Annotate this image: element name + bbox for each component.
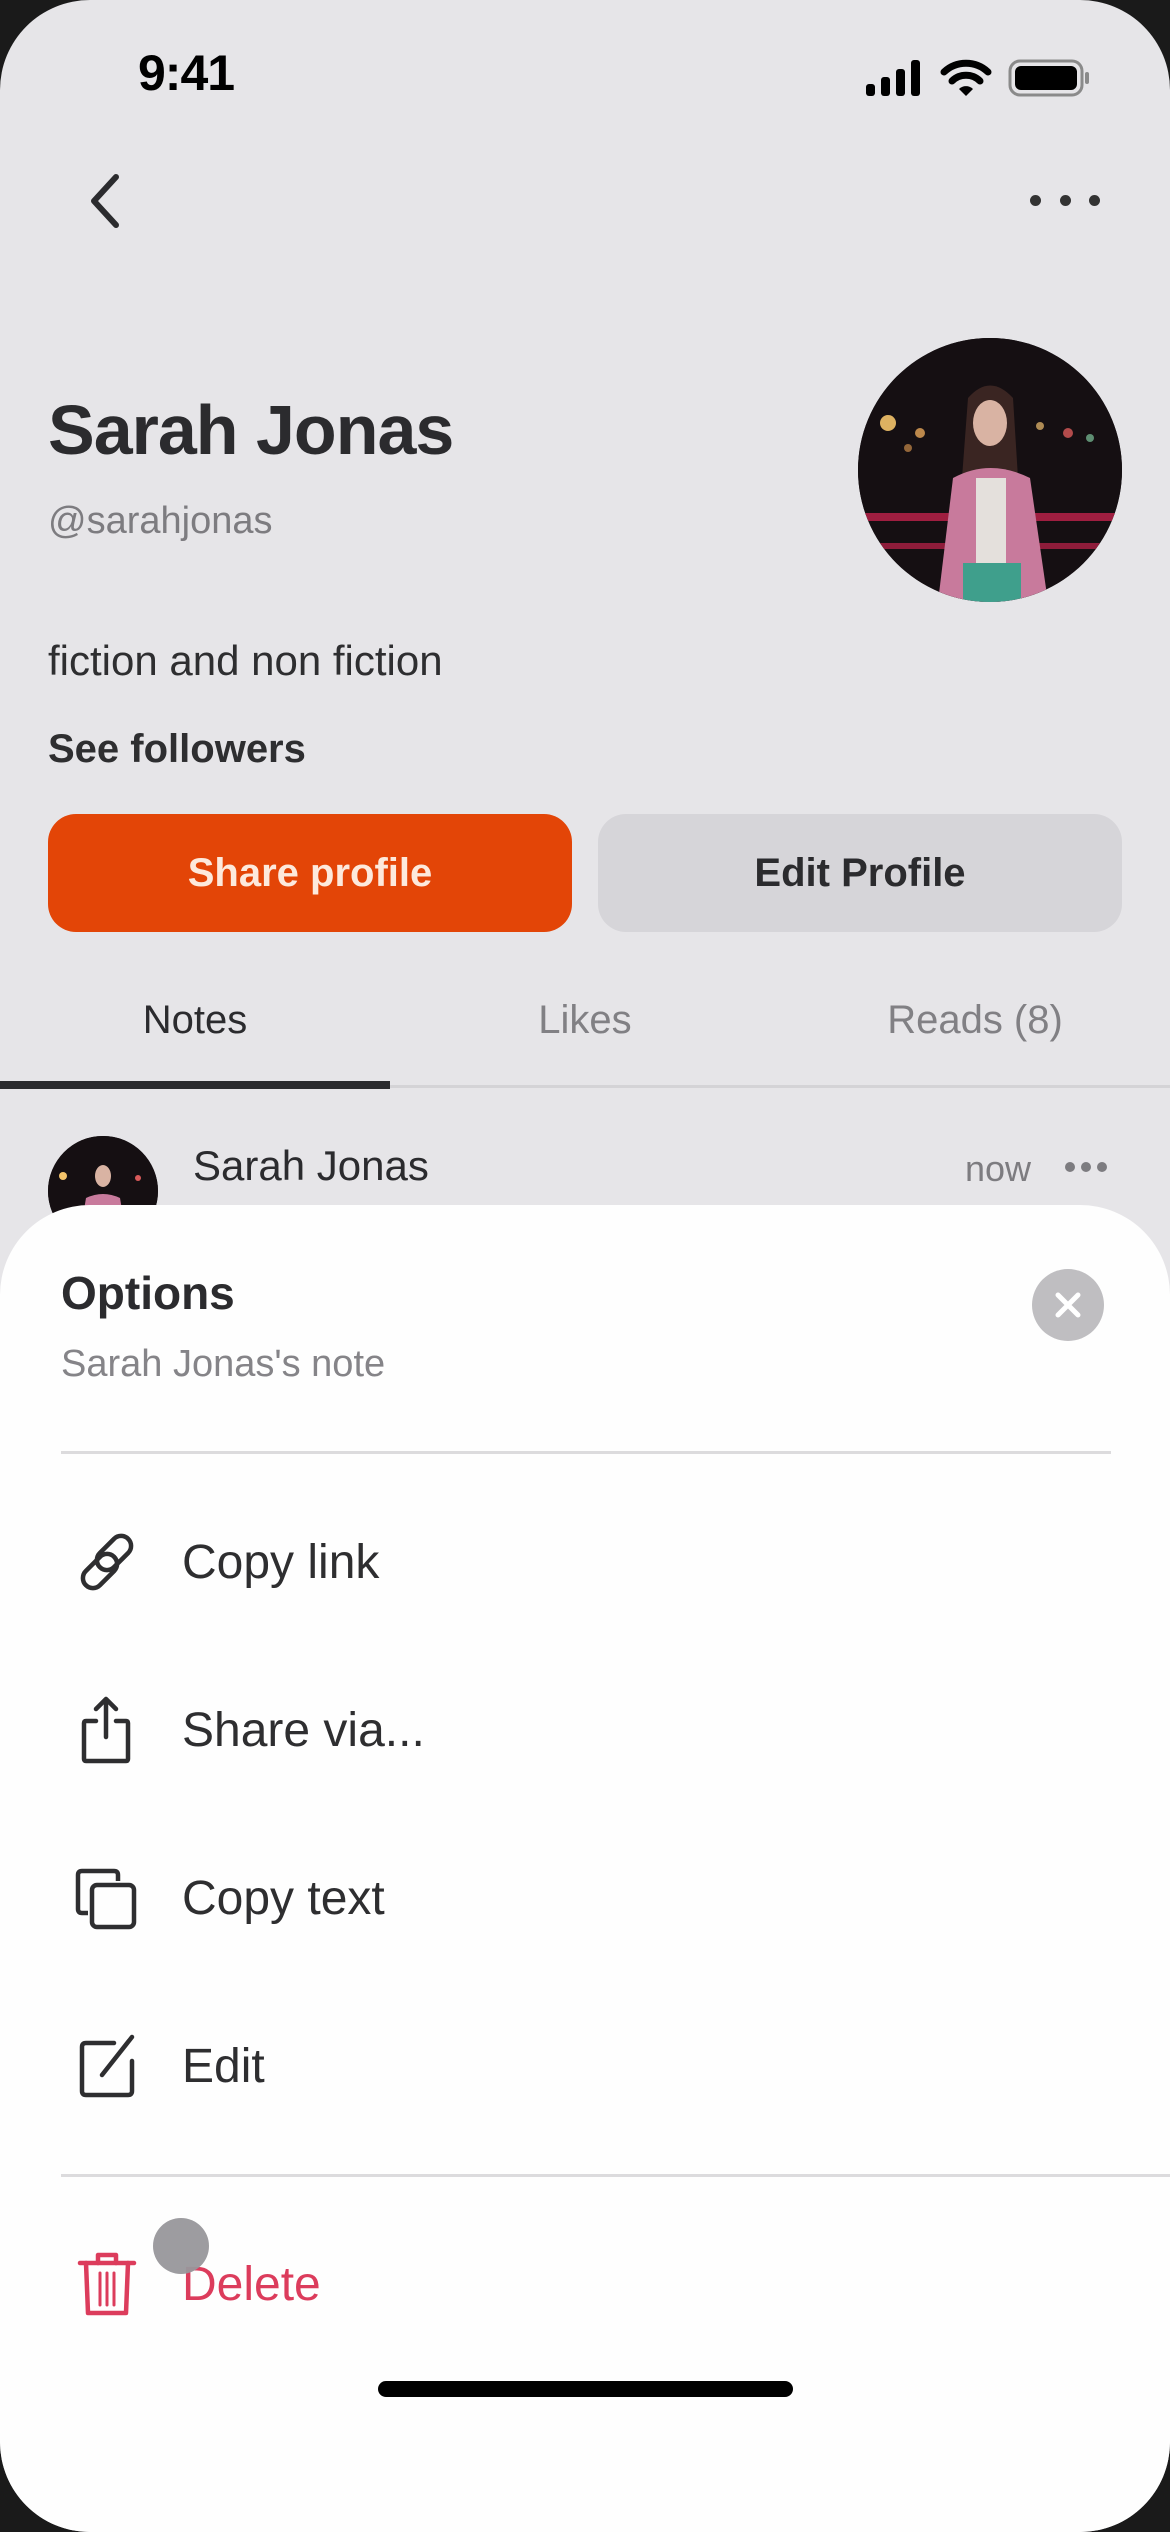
ellipsis-icon-dot bbox=[1089, 194, 1100, 206]
more-options-button[interactable] bbox=[1030, 180, 1100, 220]
menu-item-label: Edit bbox=[182, 2039, 265, 2093]
menu-item-label: Share via... bbox=[182, 1703, 425, 1757]
menu-item-edit[interactable]: Edit bbox=[0, 2001, 1170, 2131]
profile-name: Sarah Jonas bbox=[48, 391, 454, 469]
share-icon bbox=[72, 1695, 142, 1765]
see-followers-link[interactable]: See followers bbox=[48, 727, 306, 772]
ellipsis-icon-dot bbox=[1097, 1162, 1107, 1172]
touch-indicator bbox=[153, 2218, 209, 2274]
ellipsis-icon-dot bbox=[1065, 1162, 1075, 1172]
battery-icon bbox=[1008, 59, 1089, 97]
status-icons bbox=[864, 58, 1090, 98]
tab-likes[interactable]: Likes bbox=[390, 990, 780, 1090]
share-profile-button[interactable]: Share profile bbox=[48, 814, 572, 932]
ellipsis-icon-dot bbox=[1081, 1162, 1091, 1172]
sheet-divider bbox=[61, 1451, 1111, 1454]
menu-item-share-via[interactable]: Share via... bbox=[0, 1665, 1170, 1795]
chevron-left-icon bbox=[91, 174, 119, 228]
sheet-title: Options bbox=[61, 1267, 235, 1319]
menu-item-label: Copy text bbox=[182, 1871, 385, 1925]
sheet-subtitle: Sarah Jonas's note bbox=[61, 1343, 386, 1385]
avatar-photo bbox=[858, 338, 1122, 602]
tab-notes[interactable]: Notes bbox=[0, 990, 390, 1090]
profile-tabs: Notes Likes Reads (8) bbox=[0, 990, 1170, 1090]
close-button[interactable] bbox=[1032, 1269, 1104, 1341]
active-tab-indicator bbox=[0, 1081, 390, 1089]
home-indicator[interactable] bbox=[378, 2381, 793, 2397]
note-timestamp: now bbox=[965, 1148, 1032, 1189]
sheet-divider-danger bbox=[61, 2174, 1170, 2177]
note-author-name[interactable]: Sarah Jonas bbox=[193, 1142, 429, 1190]
edit-profile-button[interactable]: Edit Profile bbox=[598, 814, 1122, 932]
wifi-icon bbox=[940, 59, 992, 96]
link-icon bbox=[72, 1527, 142, 1597]
note-more-button[interactable] bbox=[1065, 1162, 1107, 1174]
menu-item-copy-link[interactable]: Copy link bbox=[0, 1497, 1170, 1627]
edit-icon bbox=[72, 2031, 142, 2101]
trash-icon bbox=[72, 2249, 142, 2319]
profile-bio: fiction and non fiction bbox=[48, 637, 443, 684]
ellipsis-icon-dot bbox=[1030, 194, 1041, 206]
menu-item-label: Delete bbox=[182, 2257, 321, 2311]
close-icon bbox=[1055, 1292, 1081, 1318]
back-button[interactable] bbox=[80, 165, 140, 235]
copy-icon bbox=[72, 1863, 142, 1933]
profile-handle: @sarahjonas bbox=[48, 500, 273, 542]
status-time: 9:41 bbox=[138, 45, 235, 101]
ellipsis-icon-dot bbox=[1059, 194, 1071, 206]
menu-item-label: Copy link bbox=[182, 1535, 380, 1589]
screen: 9:41 Sarah Jonas @sarahjonas fiction and… bbox=[0, 0, 1170, 2532]
tab-reads[interactable]: Reads (8) bbox=[780, 990, 1170, 1090]
signal-icon bbox=[866, 60, 920, 96]
menu-item-copy-text[interactable]: Copy text bbox=[0, 1833, 1170, 1963]
profile-avatar[interactable] bbox=[858, 338, 1122, 602]
